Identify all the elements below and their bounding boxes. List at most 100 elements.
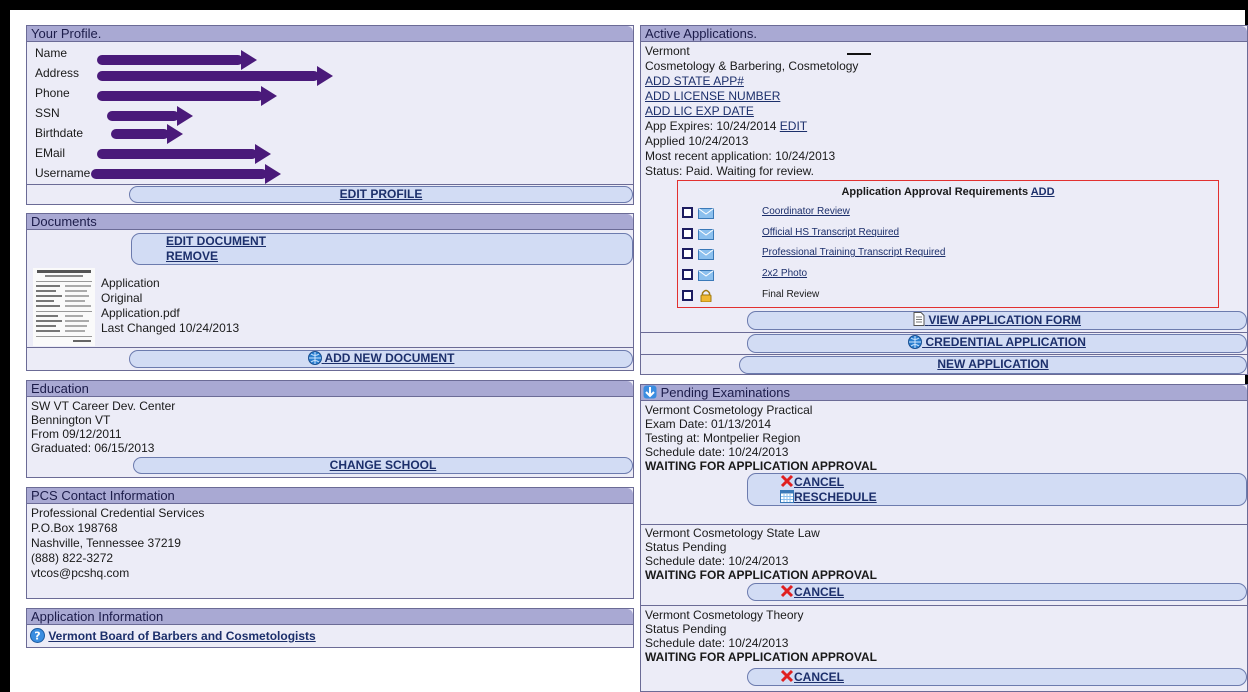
name-label: Name [35,46,68,60]
birthdate-label: Birthdate [35,126,84,140]
window-top-border [0,0,1248,10]
approval-requirements-box: Application Approval Requirements ADD Co… [677,180,1219,308]
reschedule-exam-button[interactable]: RESCHEDULE [780,490,1246,506]
phone-label: Phone [35,86,70,100]
graduation-date: Graduated: 06/15/2013 [31,441,155,455]
school-location: Bennington VT [31,413,111,427]
exam-name: Vermont Cosmetology State Law [645,526,820,540]
address-label: Address [35,66,80,80]
active-divider [641,332,1247,333]
application-info-title: Application Information [27,609,633,625]
board-link[interactable]: Vermont Board of Barbers and Cosmetologi… [48,629,315,643]
contact-phone: (888) 822-3272 [31,551,114,565]
new-application-button[interactable]: NEW APPLICATION [739,356,1247,374]
document-file: Application.pdf [101,306,180,320]
profile-panel: Your Profile. Name Address Phone SSN Bir… [26,25,634,205]
red-x-icon [780,584,794,598]
exam-name: Vermont Cosmetology Practical [645,403,813,417]
school-name: SW VT Career Dev. Center [31,399,176,413]
pending-exams-panel: Pending Examinations Vermont Cosmetology… [640,384,1248,692]
application-info-panel: Application Information ? Vermont Board … [26,608,634,648]
active-applications-title: Active Applications. [641,26,1247,42]
active-applications-panel: Active Applications. Vermont Cosmetology… [640,25,1248,375]
redaction-mark [97,66,333,86]
cancel-exam-button[interactable]: CANCEL [780,474,1246,490]
cancel-exam-button[interactable]: CANCEL [747,668,1247,686]
document-last-changed: Last Changed 10/24/2013 [101,321,240,335]
envelope-icon [698,229,714,240]
redaction-mark [107,106,193,126]
envelope-icon [698,270,714,281]
app-expires-row: App Expires: 10/24/2014 EDIT [645,119,807,133]
requirement-checkbox[interactable] [682,248,693,259]
requirement-link[interactable]: Coordinator Review [762,206,850,217]
requirement-link[interactable]: Official HS Transcript Required [762,227,899,238]
exam-waiting-status: WAITING FOR APPLICATION APPROVAL [645,650,877,664]
cancel-exam-label: CANCEL [794,670,844,684]
requirements-header: Application Approval Requirements ADD [678,186,1218,198]
redaction-mark [111,124,183,144]
cancel-exam-label: CANCEL [794,585,844,599]
exam-actions-box: CANCEL RESCHEDULE [747,473,1247,506]
requirement-link[interactable]: Professional Training Transcript Require… [762,247,945,258]
pending-exams-header: Pending Examinations [641,385,1247,401]
document-name: Application [101,276,160,290]
add-license-number-link[interactable]: ADD LICENSE NUMBER [645,89,780,103]
requirement-checkbox[interactable] [682,207,693,218]
edit-profile-button[interactable]: EDIT PROFILE [129,186,633,203]
requirement-checkbox[interactable] [682,290,693,301]
document-thumbnail[interactable] [33,268,95,346]
documents-title: Documents [27,214,633,230]
add-new-document-button[interactable]: ADD NEW DOCUMENT [129,350,633,368]
edit-document-link[interactable]: EDIT DOCUMENT [166,234,632,249]
requirement-checkbox[interactable] [682,269,693,280]
cancel-exam-button[interactable]: CANCEL [747,583,1247,601]
contact-title: PCS Contact Information [27,488,633,504]
remove-document-link[interactable]: REMOVE [166,249,632,264]
app-most-recent: Most recent application: 10/24/2013 [645,149,836,163]
exam-location: Testing at: Montpelier Region [645,431,801,445]
envelope-icon [698,208,714,219]
view-application-form-label: VIEW APPLICATION FORM [928,313,1081,327]
exam-divider [641,605,1247,606]
contact-panel: PCS Contact Information Professional Cre… [26,487,634,599]
add-lic-exp-date-link[interactable]: ADD LIC EXP DATE [645,104,754,118]
edit-expiry-link[interactable]: EDIT [780,119,807,133]
documents-panel: Documents EDIT DOCUMENT REMOVE Applicati… [26,213,634,371]
documents-divider [27,347,633,348]
contact-org: Professional Credential Services [31,506,205,520]
change-school-button[interactable]: CHANGE SCHOOL [133,457,633,474]
requirement-link[interactable]: 2x2 Photo [762,268,807,279]
redaction-mark [97,86,277,106]
app-program: Cosmetology & Barbering, Cosmetology [645,59,859,73]
app-applied: Applied 10/24/2013 [645,134,749,148]
underline-mark [847,53,871,55]
envelope-icon [698,249,714,260]
credential-application-button[interactable]: CREDENTIAL APPLICATION [747,334,1247,353]
app-expires: App Expires: 10/24/2014 [645,119,777,133]
cancel-exam-label: CANCEL [794,475,844,489]
exam-waiting-status: WAITING FOR APPLICATION APPROVAL [645,568,877,582]
exam-waiting-status: WAITING FOR APPLICATION APPROVAL [645,459,877,473]
exam-schedule-date: Schedule date: 10/24/2013 [645,554,789,568]
app-state: Vermont [645,44,690,58]
school-from-date: From 09/12/2011 [31,427,122,441]
add-new-document-label: ADD NEW DOCUMENT [324,351,455,365]
board-link-row: ? Vermont Board of Barbers and Cosmetolo… [30,628,316,643]
redaction-mark [97,144,271,164]
username-label: Username [35,166,91,180]
contact-pobox: P.O.Box 198768 [31,521,118,535]
requirement-checkbox[interactable] [682,228,693,239]
exam-divider [641,524,1247,525]
exam-name: Vermont Cosmetology Theory [645,608,804,622]
window-left-border [0,0,10,692]
add-requirement-link[interactable]: ADD [1031,186,1055,198]
globe-icon [908,335,923,349]
lock-icon [700,289,712,302]
pending-exams-title: Pending Examinations [660,385,790,400]
app-status: Status: Paid. Waiting for review. [645,164,814,178]
view-application-form-button[interactable]: VIEW APPLICATION FORM [747,311,1247,330]
add-state-app-link[interactable]: ADD STATE APP# [645,74,744,88]
redaction-mark [91,164,281,184]
calendar-icon [780,490,794,503]
